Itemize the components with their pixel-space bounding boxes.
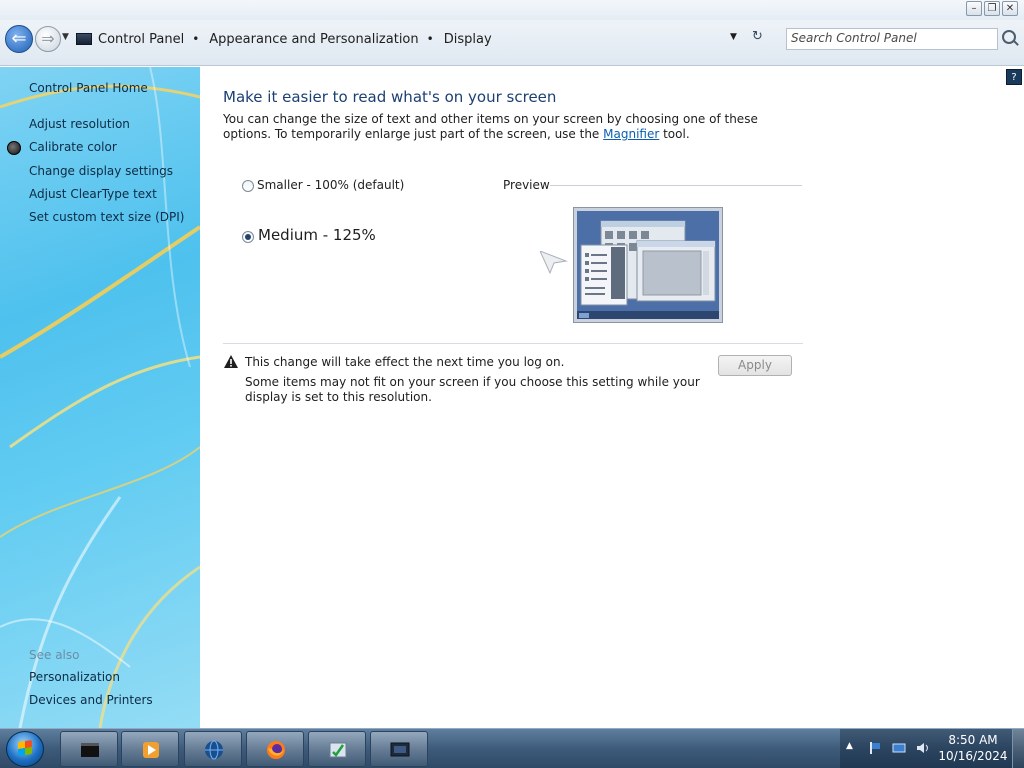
- adjust-cleartype-link[interactable]: Adjust ClearType text: [29, 187, 157, 201]
- back-arrow-icon: ⇐: [11, 28, 27, 49]
- option-smaller-label[interactable]: Smaller - 100% (default): [257, 178, 404, 192]
- option-smaller-radio[interactable]: [242, 180, 254, 192]
- taskbar-button-firefox[interactable]: [246, 731, 304, 767]
- change-display-settings-link[interactable]: Change display settings: [29, 164, 173, 178]
- window-title-bar: – ❐ ✕: [0, 0, 1024, 20]
- option-medium-radio[interactable]: [242, 231, 254, 243]
- clock[interactable]: 8:50 AM 10/16/2024: [938, 732, 1008, 764]
- preview-divider: [550, 185, 802, 186]
- personalization-link[interactable]: Personalization: [29, 670, 120, 684]
- show-hidden-icons-icon[interactable]: ▲: [846, 741, 853, 751]
- system-tray: ▲ 8:50 AM 10/16/2024: [840, 729, 1024, 768]
- calibrate-color-link[interactable]: Calibrate color: [29, 140, 117, 154]
- address-dropdown-icon[interactable]: ▼: [730, 32, 737, 42]
- page-title: Make it easier to read what's on your sc…: [223, 88, 557, 106]
- clock-date: 10/16/2024: [938, 749, 1008, 763]
- intro-text-end: tool.: [659, 127, 690, 141]
- globe-icon: [205, 740, 223, 760]
- apply-button[interactable]: Apply: [718, 355, 792, 376]
- volume-icon[interactable]: [916, 741, 930, 755]
- taskbar-button-display[interactable]: [370, 731, 428, 767]
- magnifier-link[interactable]: Magnifier: [603, 127, 659, 141]
- breadcrumb-separator[interactable]: •: [192, 32, 199, 46]
- breadcrumb-separator[interactable]: •: [427, 32, 434, 46]
- address-bar[interactable]: Control Panel • Appearance and Personali…: [76, 28, 776, 50]
- navigation-bar: ⇐ ⇒ ▼ Control Panel • Appearance and Per…: [0, 20, 1024, 66]
- task-app-icon: [329, 742, 347, 758]
- command-prompt-icon: [81, 743, 99, 757]
- caption-buttons: – ❐ ✕: [966, 1, 1018, 16]
- minimize-button[interactable]: –: [966, 1, 982, 16]
- control-panel-icon: [76, 33, 92, 45]
- devices-and-printers-link[interactable]: Devices and Printers: [29, 693, 153, 707]
- control-panel-home-link[interactable]: Control Panel Home: [29, 81, 148, 95]
- preview-image: [573, 207, 723, 323]
- taskbar-button-command-prompt[interactable]: [60, 731, 118, 767]
- see-also-heading: See also: [29, 648, 80, 662]
- preview-label: Preview: [503, 178, 550, 192]
- warning-detail: Some items may not fit on your screen if…: [245, 375, 700, 404]
- calibrate-color-icon: [7, 141, 21, 155]
- network-icon[interactable]: [892, 741, 906, 755]
- media-player-icon: [143, 742, 159, 758]
- custom-text-size-link[interactable]: Set custom text size (DPI): [29, 210, 184, 224]
- main-content: ? Make it easier to read what's on your …: [200, 67, 1024, 728]
- taskbar-button-media-player[interactable]: [121, 731, 179, 767]
- forward-arrow-icon: ⇒: [41, 29, 55, 48]
- search-input[interactable]: Search Control Panel: [786, 28, 998, 50]
- taskbar-button-globe[interactable]: [184, 731, 242, 767]
- breadcrumb-display[interactable]: Display: [444, 32, 492, 47]
- intro-text: You can change the size of text and othe…: [223, 112, 783, 142]
- left-pane: Control Panel Home Adjust resolution Cal…: [0, 67, 200, 728]
- back-button[interactable]: ⇐: [5, 25, 33, 53]
- help-icon[interactable]: ?: [1006, 69, 1022, 85]
- taskbar: ▲ 8:50 AM 10/16/2024: [0, 728, 1024, 768]
- section-divider: [223, 343, 803, 344]
- show-desktop-button[interactable]: [1012, 729, 1024, 768]
- mouse-pointer-icon: [540, 251, 568, 275]
- close-button[interactable]: ✕: [1002, 1, 1018, 16]
- firefox-icon: [267, 741, 285, 759]
- clock-time: 8:50 AM: [948, 733, 998, 747]
- display-app-icon: [390, 742, 410, 757]
- breadcrumb-control-panel[interactable]: Control Panel: [98, 32, 184, 47]
- refresh-icon[interactable]: ↻: [752, 29, 763, 44]
- warning-title: This change will take effect the next ti…: [245, 355, 565, 369]
- recent-pages-dropdown-icon[interactable]: ▼: [62, 32, 69, 42]
- option-medium-label[interactable]: Medium - 125%: [258, 226, 376, 244]
- forward-button[interactable]: ⇒: [35, 26, 61, 52]
- search-icon[interactable]: [1002, 30, 1016, 44]
- breadcrumb-appearance[interactable]: Appearance and Personalization: [209, 32, 418, 47]
- start-button[interactable]: [6, 731, 44, 767]
- taskbar-button-task-app[interactable]: [308, 731, 366, 767]
- restore-button[interactable]: ❐: [984, 1, 1000, 16]
- action-center-flag-icon[interactable]: [868, 741, 882, 755]
- adjust-resolution-link[interactable]: Adjust resolution: [29, 117, 130, 131]
- warning-icon: [224, 355, 238, 368]
